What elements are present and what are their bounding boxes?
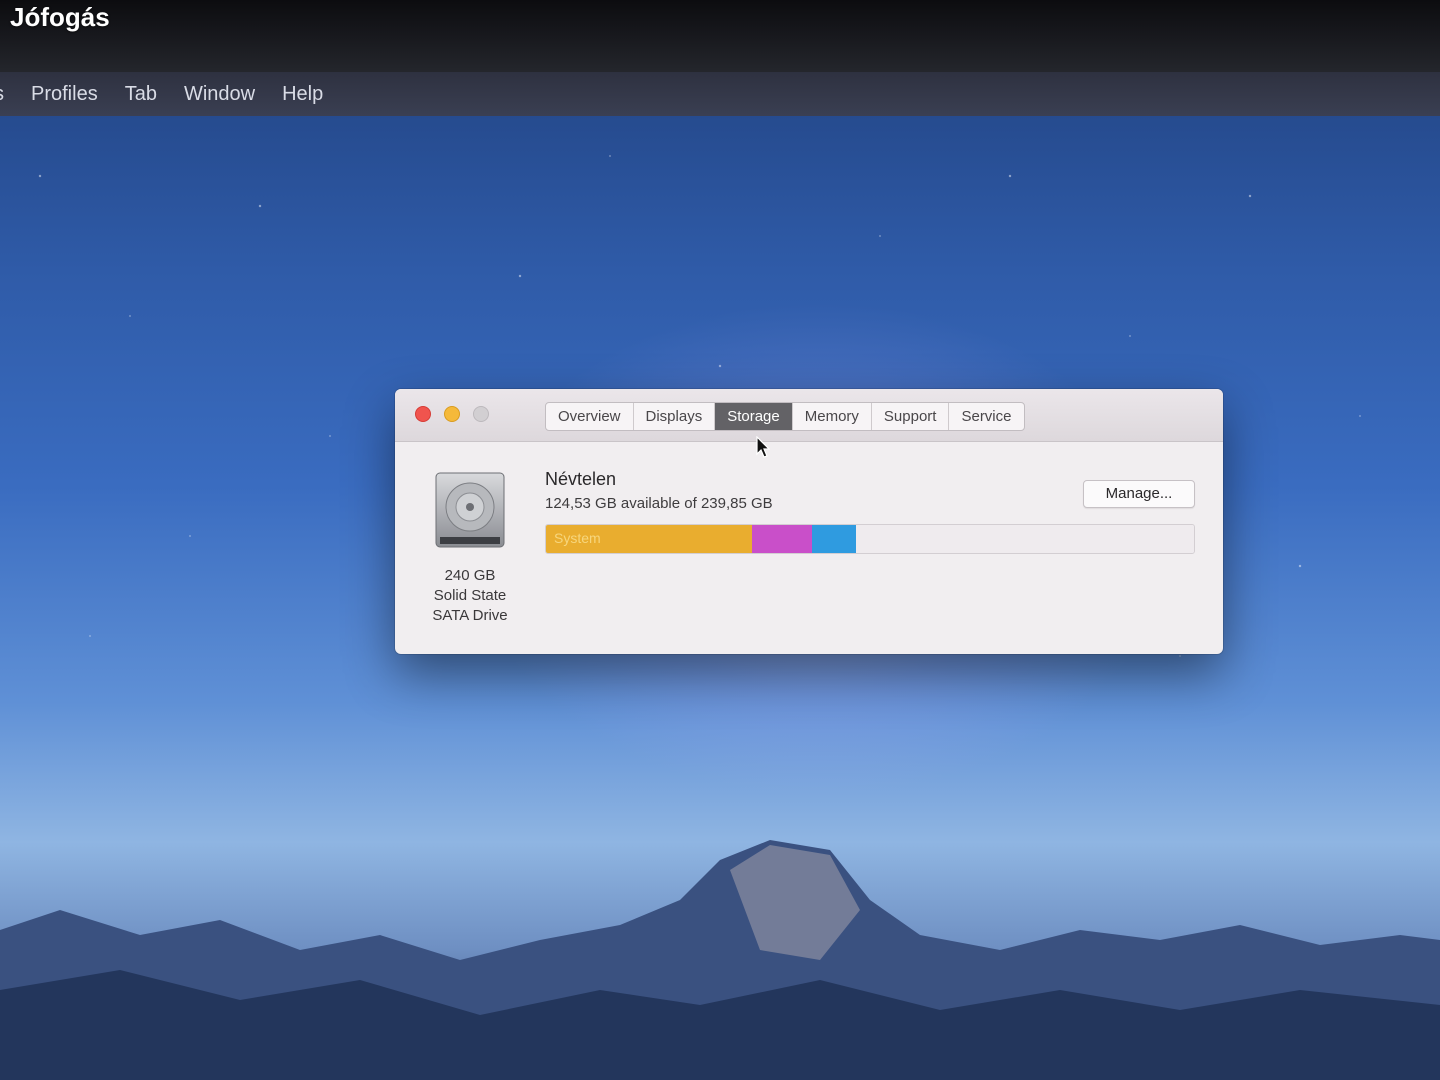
tab-memory[interactable]: Memory bbox=[793, 403, 872, 430]
monitor-bezel: Jófogás bbox=[0, 0, 1440, 72]
menu-item-tab[interactable]: Tab bbox=[125, 83, 157, 106]
mouse-pointer-icon bbox=[756, 436, 770, 458]
drive-description: 240 GB Solid State SATA Drive bbox=[415, 566, 525, 626]
storage-segment-system[interactable]: System bbox=[546, 525, 753, 553]
about-this-mac-window: Overview Displays Storage Memory Support… bbox=[395, 389, 1223, 654]
menu-bar: s Profiles Tab Window Help bbox=[0, 72, 1440, 116]
minimize-button[interactable] bbox=[444, 406, 460, 422]
volume-available-text: 124,53 GB available of 239,85 GB bbox=[545, 495, 773, 512]
menu-item-profiles[interactable]: Profiles bbox=[31, 83, 98, 106]
menu-item-truncated[interactable]: s bbox=[0, 83, 4, 106]
tab-displays[interactable]: Displays bbox=[634, 403, 716, 430]
drive-capacity: 240 GB bbox=[444, 567, 496, 584]
watermark-logo: Jófogás bbox=[10, 2, 110, 32]
storage-usage-bar[interactable]: System bbox=[545, 524, 1195, 554]
tab-service[interactable]: Service bbox=[949, 403, 1023, 430]
close-button[interactable] bbox=[415, 406, 431, 422]
tab-bar: Overview Displays Storage Memory Support… bbox=[545, 402, 1025, 431]
tab-storage[interactable]: Storage bbox=[715, 403, 793, 430]
drive-type-line1: Solid State bbox=[433, 587, 507, 604]
desktop-screen: Jófogás s Profiles Tab Window Help Overv… bbox=[0, 0, 1440, 1080]
storage-segment-category-1[interactable] bbox=[752, 525, 813, 553]
volume-name: Névtelen bbox=[545, 469, 617, 489]
manage-button[interactable]: Manage... bbox=[1083, 480, 1195, 508]
storage-segment-category-2[interactable] bbox=[812, 525, 857, 553]
tab-support[interactable]: Support bbox=[872, 403, 950, 430]
tab-overview[interactable]: Overview bbox=[546, 403, 634, 430]
hard-drive-icon bbox=[435, 472, 505, 548]
mountain-wallpaper bbox=[0, 840, 1440, 1080]
drive-type-line2: SATA Drive bbox=[432, 607, 508, 624]
storage-segment-label: System bbox=[554, 530, 601, 546]
menu-item-help[interactable]: Help bbox=[282, 83, 323, 106]
window-titlebar: Overview Displays Storage Memory Support… bbox=[395, 389, 1223, 442]
menu-item-window[interactable]: Window bbox=[184, 83, 255, 106]
storage-segment-free bbox=[856, 525, 1194, 553]
zoom-button[interactable] bbox=[473, 406, 489, 422]
